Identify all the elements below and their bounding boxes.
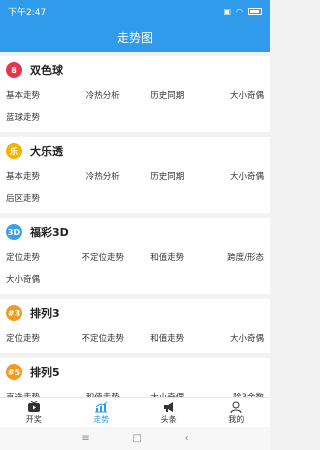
status-time: 下午2:47 bbox=[8, 7, 47, 18]
section-fc3d: 3D 福彩3D 定位走势 不定位走势 和值走势 跨度/形态 大小奇偶 bbox=[0, 218, 270, 294]
user-icon bbox=[229, 400, 243, 414]
trend-link[interactable]: 历史同期 bbox=[135, 84, 200, 106]
section-dlt: 乐 大乐透 基本走势 冷热分析 历史同期 大小奇偶 后区走势 bbox=[0, 137, 270, 213]
trend-link[interactable]: 蓝球走势 bbox=[6, 106, 71, 128]
trend-link[interactable]: 大小奇偶 bbox=[200, 165, 264, 187]
status-icons: ▣ ◠ bbox=[223, 7, 262, 16]
tab-label: 开奖 bbox=[25, 415, 42, 424]
trend-link[interactable]: 基本走势 bbox=[6, 165, 71, 187]
tab-trends[interactable]: 走势 bbox=[68, 398, 136, 427]
status-bar: 下午2:47 ▣ ◠ bbox=[0, 0, 270, 22]
app-bar: 走势图 bbox=[0, 22, 270, 52]
menu-icon[interactable]: ≡ bbox=[81, 433, 89, 444]
trend-link[interactable]: 大小奇偶 bbox=[200, 327, 264, 349]
trend-link[interactable]: 跨度/形态 bbox=[200, 246, 264, 268]
battery-icon bbox=[248, 7, 262, 15]
trend-link[interactable]: 基本走势 bbox=[6, 84, 71, 106]
tab-profile[interactable]: 我的 bbox=[203, 398, 271, 427]
link-grid: 基本走势 冷热分析 历史同期 大小奇偶 后区走势 bbox=[6, 165, 264, 209]
trend-link[interactable]: 和值走势 bbox=[71, 386, 136, 397]
link-grid: 基本走势 冷热分析 历史同期 大小奇偶 蓝球走势 bbox=[6, 84, 264, 128]
trend-list: 8 双色球 基本走势 冷热分析 历史同期 大小奇偶 蓝球走势 乐 大乐透 基本走… bbox=[0, 52, 270, 397]
section-header[interactable]: 乐 大乐透 bbox=[6, 137, 264, 165]
trend-link[interactable]: 直选走势 bbox=[6, 386, 71, 397]
tab-headlines[interactable]: 头条 bbox=[135, 398, 203, 427]
link-grid: 定位走势 不定位走势 和值走势 大小奇偶 bbox=[6, 327, 264, 349]
section-header[interactable]: #5 排列5 bbox=[6, 358, 264, 386]
section-header[interactable]: 3D 福彩3D bbox=[6, 218, 264, 246]
trend-link[interactable]: 大小奇偶 bbox=[6, 268, 71, 290]
tab-lottery-results[interactable]: 开奖 bbox=[0, 398, 68, 427]
tab-label: 我的 bbox=[228, 415, 245, 424]
tab-label: 走势 bbox=[93, 415, 110, 424]
section-title: 大乐透 bbox=[30, 145, 63, 158]
section-ssq: 8 双色球 基本走势 冷热分析 历史同期 大小奇偶 蓝球走势 bbox=[0, 56, 270, 132]
trend-link[interactable]: 历史同期 bbox=[135, 165, 200, 187]
bottom-tab-bar: 开奖 走势 头条 我的 bbox=[0, 397, 270, 427]
pl3-badge-icon: #3 bbox=[6, 305, 22, 321]
trend-link[interactable]: 大小奇偶 bbox=[135, 386, 200, 397]
link-grid: 直选走势 和值走势 大小奇偶 除3余数 bbox=[6, 386, 264, 397]
wifi-icon: ◠ bbox=[236, 6, 243, 16]
trend-link[interactable]: 冷热分析 bbox=[71, 84, 136, 106]
megaphone-icon bbox=[162, 400, 176, 414]
section-header[interactable]: 8 双色球 bbox=[6, 56, 264, 84]
trend-link[interactable]: 不定位走势 bbox=[71, 327, 136, 349]
tv-icon bbox=[27, 400, 41, 414]
ssq-badge-icon: 8 bbox=[6, 62, 22, 78]
section-pl5: #5 排列5 直选走势 和值走势 大小奇偶 除3余数 bbox=[0, 358, 270, 397]
trend-link[interactable]: 冷热分析 bbox=[71, 165, 136, 187]
trend-link[interactable]: 和值走势 bbox=[135, 246, 200, 268]
trend-link[interactable]: 大小奇偶 bbox=[200, 84, 264, 106]
section-title: 排列3 bbox=[30, 307, 60, 320]
home-icon[interactable]: □ bbox=[132, 433, 141, 444]
sim-icon: ▣ bbox=[223, 6, 232, 16]
section-title: 排列5 bbox=[30, 366, 60, 379]
trend-link[interactable]: 后区走势 bbox=[6, 187, 71, 209]
tab-label: 头条 bbox=[160, 415, 177, 424]
trend-link[interactable]: 除3余数 bbox=[200, 386, 264, 397]
trend-link[interactable]: 和值走势 bbox=[135, 327, 200, 349]
section-title: 双色球 bbox=[30, 64, 63, 77]
dlt-badge-icon: 乐 bbox=[6, 143, 22, 159]
link-grid: 定位走势 不定位走势 和值走势 跨度/形态 大小奇偶 bbox=[6, 246, 264, 290]
system-nav-bar: ≡ □ ‹ bbox=[0, 427, 270, 450]
back-icon[interactable]: ‹ bbox=[185, 433, 189, 444]
trend-link[interactable]: 定位走势 bbox=[6, 246, 71, 268]
fc3d-badge-icon: 3D bbox=[6, 224, 22, 240]
trend-link[interactable]: 不定位走势 bbox=[71, 246, 136, 268]
trend-link[interactable]: 定位走势 bbox=[6, 327, 71, 349]
chart-icon bbox=[94, 400, 108, 414]
section-header[interactable]: #3 排列3 bbox=[6, 299, 264, 327]
section-pl3: #3 排列3 定位走势 不定位走势 和值走势 大小奇偶 bbox=[0, 299, 270, 353]
page-title: 走势图 bbox=[116, 30, 153, 45]
pl5-badge-icon: #5 bbox=[6, 364, 22, 380]
section-title: 福彩3D bbox=[30, 226, 69, 239]
